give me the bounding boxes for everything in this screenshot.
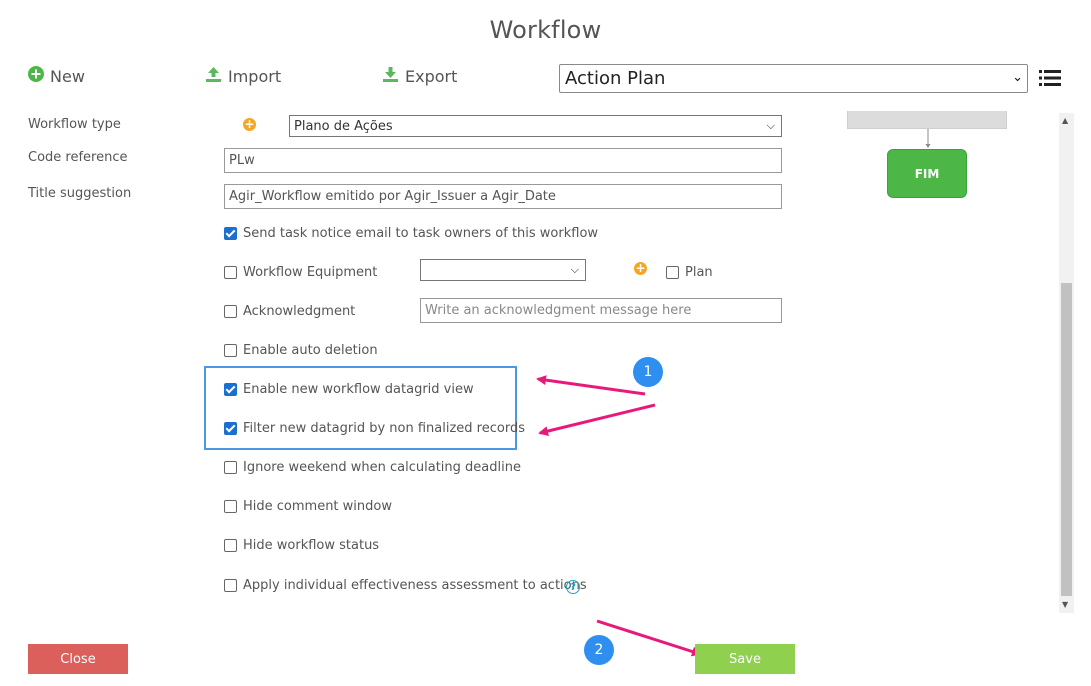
annotation-badge-2: 2 [584,635,614,665]
arrow-to-datagrid-view [536,375,646,396]
arrow-to-filter-datagrid [538,403,656,436]
annotation-arrows [536,375,702,657]
save-button[interactable]: Save [695,644,795,674]
annotation-badge-1: 1 [633,357,663,387]
close-button[interactable]: Close [28,644,128,674]
